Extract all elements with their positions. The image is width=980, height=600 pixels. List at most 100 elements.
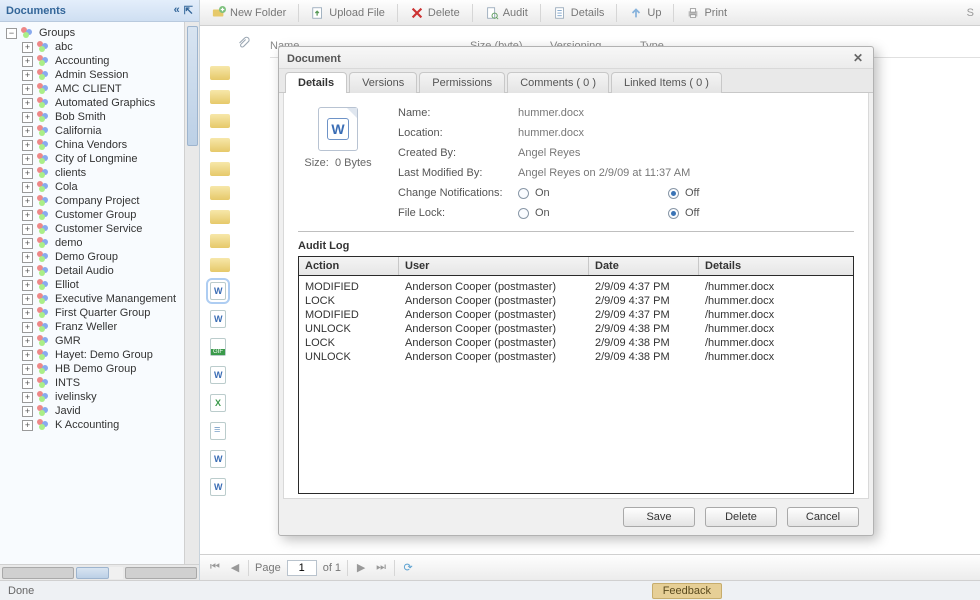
tree-node[interactable]: +First Quarter Group [4, 306, 199, 320]
upload-button[interactable]: Upload File [305, 4, 391, 22]
dialog-title-bar[interactable]: Document ✕ [279, 47, 873, 69]
gif-file-icon[interactable] [210, 338, 226, 356]
radio-icon[interactable] [518, 208, 529, 219]
tab-linked-items[interactable]: Linked Items ( 0 ) [611, 72, 722, 93]
tree-scrollbar[interactable] [184, 22, 199, 564]
delete-button[interactable]: Delete [404, 4, 466, 22]
tree-node[interactable]: +clients [4, 166, 199, 180]
expander-icon[interactable]: + [22, 336, 33, 347]
col-date[interactable]: Date [589, 257, 699, 275]
word-file-icon[interactable] [210, 478, 226, 496]
tree-node[interactable]: +California [4, 124, 199, 138]
file-lock-on[interactable]: On [518, 207, 668, 219]
expander-icon[interactable]: + [22, 98, 33, 109]
folder-icon[interactable] [210, 138, 230, 152]
feedback-button[interactable]: Feedback [652, 583, 722, 599]
close-icon[interactable]: ✕ [851, 52, 865, 66]
tree-node[interactable]: +INTS [4, 376, 199, 390]
tree-node[interactable]: +Javid [4, 404, 199, 418]
expander-icon[interactable]: + [22, 42, 33, 53]
expander-icon[interactable]: + [22, 350, 33, 361]
tree-node[interactable]: +abc [4, 40, 199, 54]
print-button[interactable]: Print [680, 4, 733, 22]
expander-icon[interactable]: + [22, 126, 33, 137]
expander-icon[interactable]: + [22, 420, 33, 431]
tree-node[interactable]: +HB Demo Group [4, 362, 199, 376]
collapse-icon[interactable]: « [174, 4, 180, 17]
expander-icon[interactable]: + [22, 112, 33, 123]
scrollbar-thumb[interactable] [187, 26, 198, 146]
tree-node[interactable]: +K Accounting [4, 418, 199, 432]
col-details[interactable]: Details [699, 257, 853, 275]
tree-node[interactable]: +GMR [4, 334, 199, 348]
notifications-off[interactable]: Off [668, 187, 798, 199]
refresh-button[interactable]: ⟳ [401, 561, 415, 574]
tree-node[interactable]: +Demo Group [4, 250, 199, 264]
expander-icon[interactable]: + [22, 84, 33, 95]
tree-node[interactable]: +Bob Smith [4, 110, 199, 124]
tree-node[interactable]: +Company Project [4, 194, 199, 208]
scroll-left-icon[interactable] [2, 567, 74, 579]
excel-file-icon[interactable] [210, 394, 226, 412]
expander-icon[interactable]: + [22, 140, 33, 151]
expander-icon[interactable]: + [22, 322, 33, 333]
up-button[interactable]: Up [623, 4, 667, 22]
expander-icon[interactable]: + [22, 56, 33, 67]
tab-permissions[interactable]: Permissions [419, 72, 505, 93]
first-page-button[interactable]: ⏮ [208, 561, 222, 574]
tree-node[interactable]: +China Vendors [4, 138, 199, 152]
scroll-right-icon[interactable] [125, 567, 197, 579]
expander-icon[interactable]: + [22, 406, 33, 417]
tree-node[interactable]: +Accounting [4, 54, 199, 68]
scroll-thumb[interactable] [76, 567, 109, 579]
new-folder-button[interactable]: New Folder [206, 4, 292, 22]
radio-icon[interactable] [668, 188, 679, 199]
col-user[interactable]: User [399, 257, 589, 275]
tree-hscroll[interactable] [0, 564, 199, 580]
tree-node[interactable]: +Automated Graphics [4, 96, 199, 110]
expander-icon[interactable]: + [22, 266, 33, 277]
audit-button[interactable]: Audit [479, 4, 534, 22]
scroll-track[interactable] [76, 567, 123, 579]
tree-node[interactable]: +Franz Weller [4, 320, 199, 334]
tree-node[interactable]: +Admin Session [4, 68, 199, 82]
expander-icon[interactable]: − [6, 28, 17, 39]
expander-icon[interactable]: + [22, 294, 33, 305]
expander-icon[interactable]: + [22, 210, 33, 221]
expander-icon[interactable]: + [22, 168, 33, 179]
tab-details[interactable]: Details [285, 72, 347, 93]
folder-icon[interactable] [210, 234, 230, 248]
tab-versions[interactable]: Versions [349, 72, 417, 93]
folder-icon[interactable] [210, 66, 230, 80]
word-file-icon[interactable] [210, 282, 226, 300]
folder-icon[interactable] [210, 210, 230, 224]
file-lock-off[interactable]: Off [668, 207, 798, 219]
expander-icon[interactable]: + [22, 224, 33, 235]
expander-icon[interactable]: + [22, 308, 33, 319]
tree-node[interactable]: +City of Longmine [4, 152, 199, 166]
tab-comments[interactable]: Comments ( 0 ) [507, 72, 609, 93]
col-action[interactable]: Action [299, 257, 399, 275]
expander-icon[interactable]: + [22, 280, 33, 291]
last-page-button[interactable]: ⏭ [374, 561, 388, 574]
tree-node[interactable]: +Detail Audio [4, 264, 199, 278]
word-file-icon[interactable] [210, 310, 226, 328]
tree-node[interactable]: +ivelinsky [4, 390, 199, 404]
tree-node[interactable]: +Elliot [4, 278, 199, 292]
prev-page-button[interactable]: ◀ [228, 561, 242, 574]
word-file-icon[interactable] [210, 450, 226, 468]
tree-node[interactable]: +Executive Manangement [4, 292, 199, 306]
cancel-button[interactable]: Cancel [787, 507, 859, 527]
details-button[interactable]: Details [547, 4, 611, 22]
expander-icon[interactable]: + [22, 154, 33, 165]
expander-icon[interactable]: + [22, 252, 33, 263]
expander-icon[interactable]: + [22, 196, 33, 207]
expander-icon[interactable]: + [22, 364, 33, 375]
expander-icon[interactable]: + [22, 182, 33, 193]
tree-node[interactable]: +Hayet: Demo Group [4, 348, 199, 362]
tree-node[interactable]: +Cola [4, 180, 199, 194]
expander-icon[interactable]: + [22, 392, 33, 403]
tree-node[interactable]: +AMC CLIENT [4, 82, 199, 96]
save-button[interactable]: Save [623, 507, 695, 527]
tree-node[interactable]: +Customer Group [4, 208, 199, 222]
